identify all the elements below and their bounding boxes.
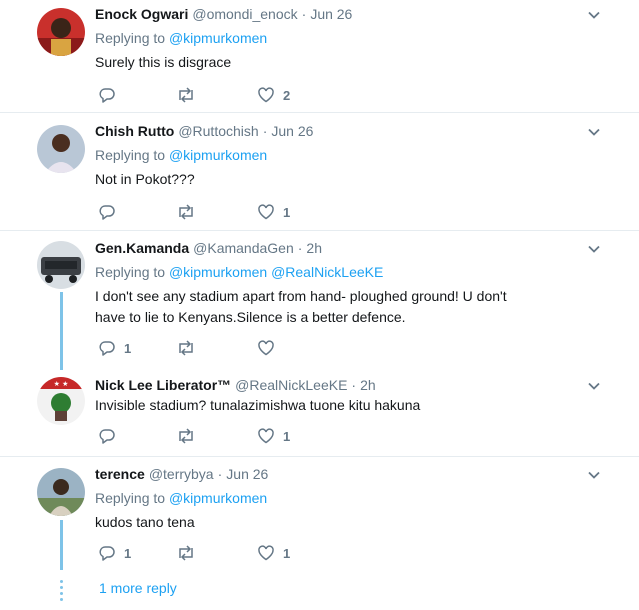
mention-link[interactable]: @kipmurkomen <box>169 30 267 46</box>
thread-dots <box>60 580 63 604</box>
author-name[interactable]: Nick Lee Liberator™ <box>95 377 231 393</box>
reply-count: 1 <box>124 545 132 561</box>
tweet-nicklee[interactable]: ★ ★ Nick Lee Liberator™ @RealNickLeeKE · 2h… <box>0 371 639 456</box>
tweet-enock[interactable]: Enock Ogwari @omondi_enock · Jun 26 Replyin… <box>0 0 639 113</box>
timestamp[interactable]: Jun 26 <box>271 123 313 139</box>
reply-icon <box>99 546 115 561</box>
tweet-header: Enock Ogwari @omondi_enock · Jun 26 <box>95 6 352 22</box>
retweet-icon <box>179 545 193 561</box>
tweet-header: Chish Rutto @Ruttochish · Jun 26 <box>95 123 313 139</box>
replying-label: Replying to <box>95 30 166 46</box>
author-name[interactable]: Enock Ogwari <box>95 6 188 22</box>
reply-icon <box>99 429 115 444</box>
avatar[interactable] <box>37 125 85 173</box>
author-name[interactable]: Gen.Kamanda <box>95 240 189 256</box>
heart-icon <box>258 545 274 561</box>
heart-icon <box>258 204 274 220</box>
chevron-down-icon[interactable] <box>586 7 602 23</box>
mention-link[interactable]: @kipmurkomen <box>169 147 267 163</box>
author-name[interactable]: Chish Rutto <box>95 123 174 139</box>
timestamp[interactable]: Jun 26 <box>310 6 352 22</box>
reply-icon <box>99 341 115 356</box>
heart-icon <box>258 87 274 103</box>
retweet-icon <box>179 428 193 444</box>
reply-button[interactable] <box>98 426 124 446</box>
mention-link[interactable]: @kipmurkomen <box>169 264 267 280</box>
reply-button[interactable] <box>98 85 124 105</box>
heart-icon <box>258 428 274 444</box>
replying-to: Replying to @kipmurkomen <box>95 490 267 506</box>
timestamp[interactable]: Jun 26 <box>226 466 268 482</box>
separator-dot: · <box>351 377 357 393</box>
svg-text:★ ★: ★ ★ <box>54 380 69 388</box>
author-handle[interactable]: @omondi_enock <box>192 6 297 22</box>
mention-link-2[interactable]: @RealNickLeeKE <box>271 264 383 280</box>
like-button[interactable] <box>257 338 283 358</box>
retweet-button[interactable] <box>176 426 204 446</box>
author-name[interactable]: terence <box>95 466 145 482</box>
like-count: 1 <box>283 545 291 561</box>
separator-dot: · <box>262 123 268 139</box>
timestamp[interactable]: 2h <box>306 240 322 256</box>
author-handle[interactable]: @terrybya <box>149 466 214 482</box>
replying-label: Replying to <box>95 264 166 280</box>
timestamp[interactable]: 2h <box>360 377 376 393</box>
retweet-button[interactable] <box>176 202 204 222</box>
chevron-down-icon[interactable] <box>586 241 602 257</box>
retweet-icon <box>179 87 193 103</box>
tweet-header: Gen.Kamanda @KamandaGen · 2h <box>95 240 322 256</box>
tweet-text: I don't see any stadium apart from hand-… <box>95 288 507 325</box>
avatar[interactable] <box>37 8 85 56</box>
reply-count: 1 <box>124 340 132 356</box>
retweet-button[interactable] <box>176 338 204 358</box>
like-count: 1 <box>283 204 291 220</box>
replying-label: Replying to <box>95 147 166 163</box>
like-button[interactable]: 1 <box>257 543 290 563</box>
tweet-text: kudos tano tena <box>95 514 195 530</box>
reply-icon <box>99 205 115 220</box>
tweet-chish[interactable]: Chish Rutto @Ruttochish · Jun 26 Replying t… <box>0 113 639 230</box>
author-handle[interactable]: @KamandaGen <box>193 240 294 256</box>
separator-dot: · <box>217 466 223 482</box>
retweet-icon <box>179 204 193 220</box>
like-count: 1 <box>283 428 291 444</box>
tweet-terence[interactable]: terence @terrybya · Jun 26 Replying to @kip… <box>0 457 639 572</box>
avatar[interactable] <box>37 241 85 289</box>
replying-to: Replying to @kipmurkomen @RealNickLeeKE <box>95 264 383 280</box>
tweet-header: terence @terrybya · Jun 26 <box>95 466 268 482</box>
tweet-text: Not in Pokot??? <box>95 171 195 187</box>
author-handle[interactable]: @RealNickLeeKE <box>235 377 347 393</box>
tweet-text: Surely this is disgrace <box>95 54 232 70</box>
reply-icon <box>99 88 115 103</box>
heart-icon <box>258 340 274 356</box>
tweet-header: Nick Lee Liberator™ @RealNickLeeKE · 2h <box>95 377 376 393</box>
like-button[interactable]: 2 <box>257 85 290 105</box>
mention-link[interactable]: @kipmurkomen <box>169 490 267 506</box>
avatar[interactable]: ★ ★ <box>37 377 85 425</box>
separator-dot: · <box>301 6 307 22</box>
reply-button[interactable]: 1 <box>98 543 131 563</box>
retweet-button[interactable] <box>176 85 204 105</box>
show-more-replies-link[interactable]: 1 more reply <box>99 580 177 596</box>
tweet-kamanda[interactable]: Gen.Kamanda @KamandaGen · 2h Replying to @k… <box>0 231 639 371</box>
replying-label: Replying to <box>95 490 166 506</box>
replying-to: Replying to @kipmurkomen <box>95 30 267 46</box>
chevron-down-icon[interactable] <box>586 124 602 140</box>
author-handle[interactable]: @Ruttochish <box>178 123 258 139</box>
replying-to: Replying to @kipmurkomen <box>95 147 267 163</box>
separator-dot: · <box>297 240 303 256</box>
like-button[interactable]: 1 <box>257 202 290 222</box>
like-button[interactable]: 1 <box>257 426 290 446</box>
retweet-button[interactable] <box>176 543 204 563</box>
reply-button[interactable] <box>98 202 124 222</box>
reply-button[interactable]: 1 <box>98 338 131 358</box>
chevron-down-icon[interactable] <box>586 378 602 394</box>
chevron-down-icon[interactable] <box>586 467 602 483</box>
avatar[interactable] <box>37 468 85 516</box>
like-count: 2 <box>283 87 291 103</box>
retweet-icon <box>179 340 193 356</box>
tweet-text: Invisible stadium? tunalazimishwa tuone … <box>95 397 421 413</box>
